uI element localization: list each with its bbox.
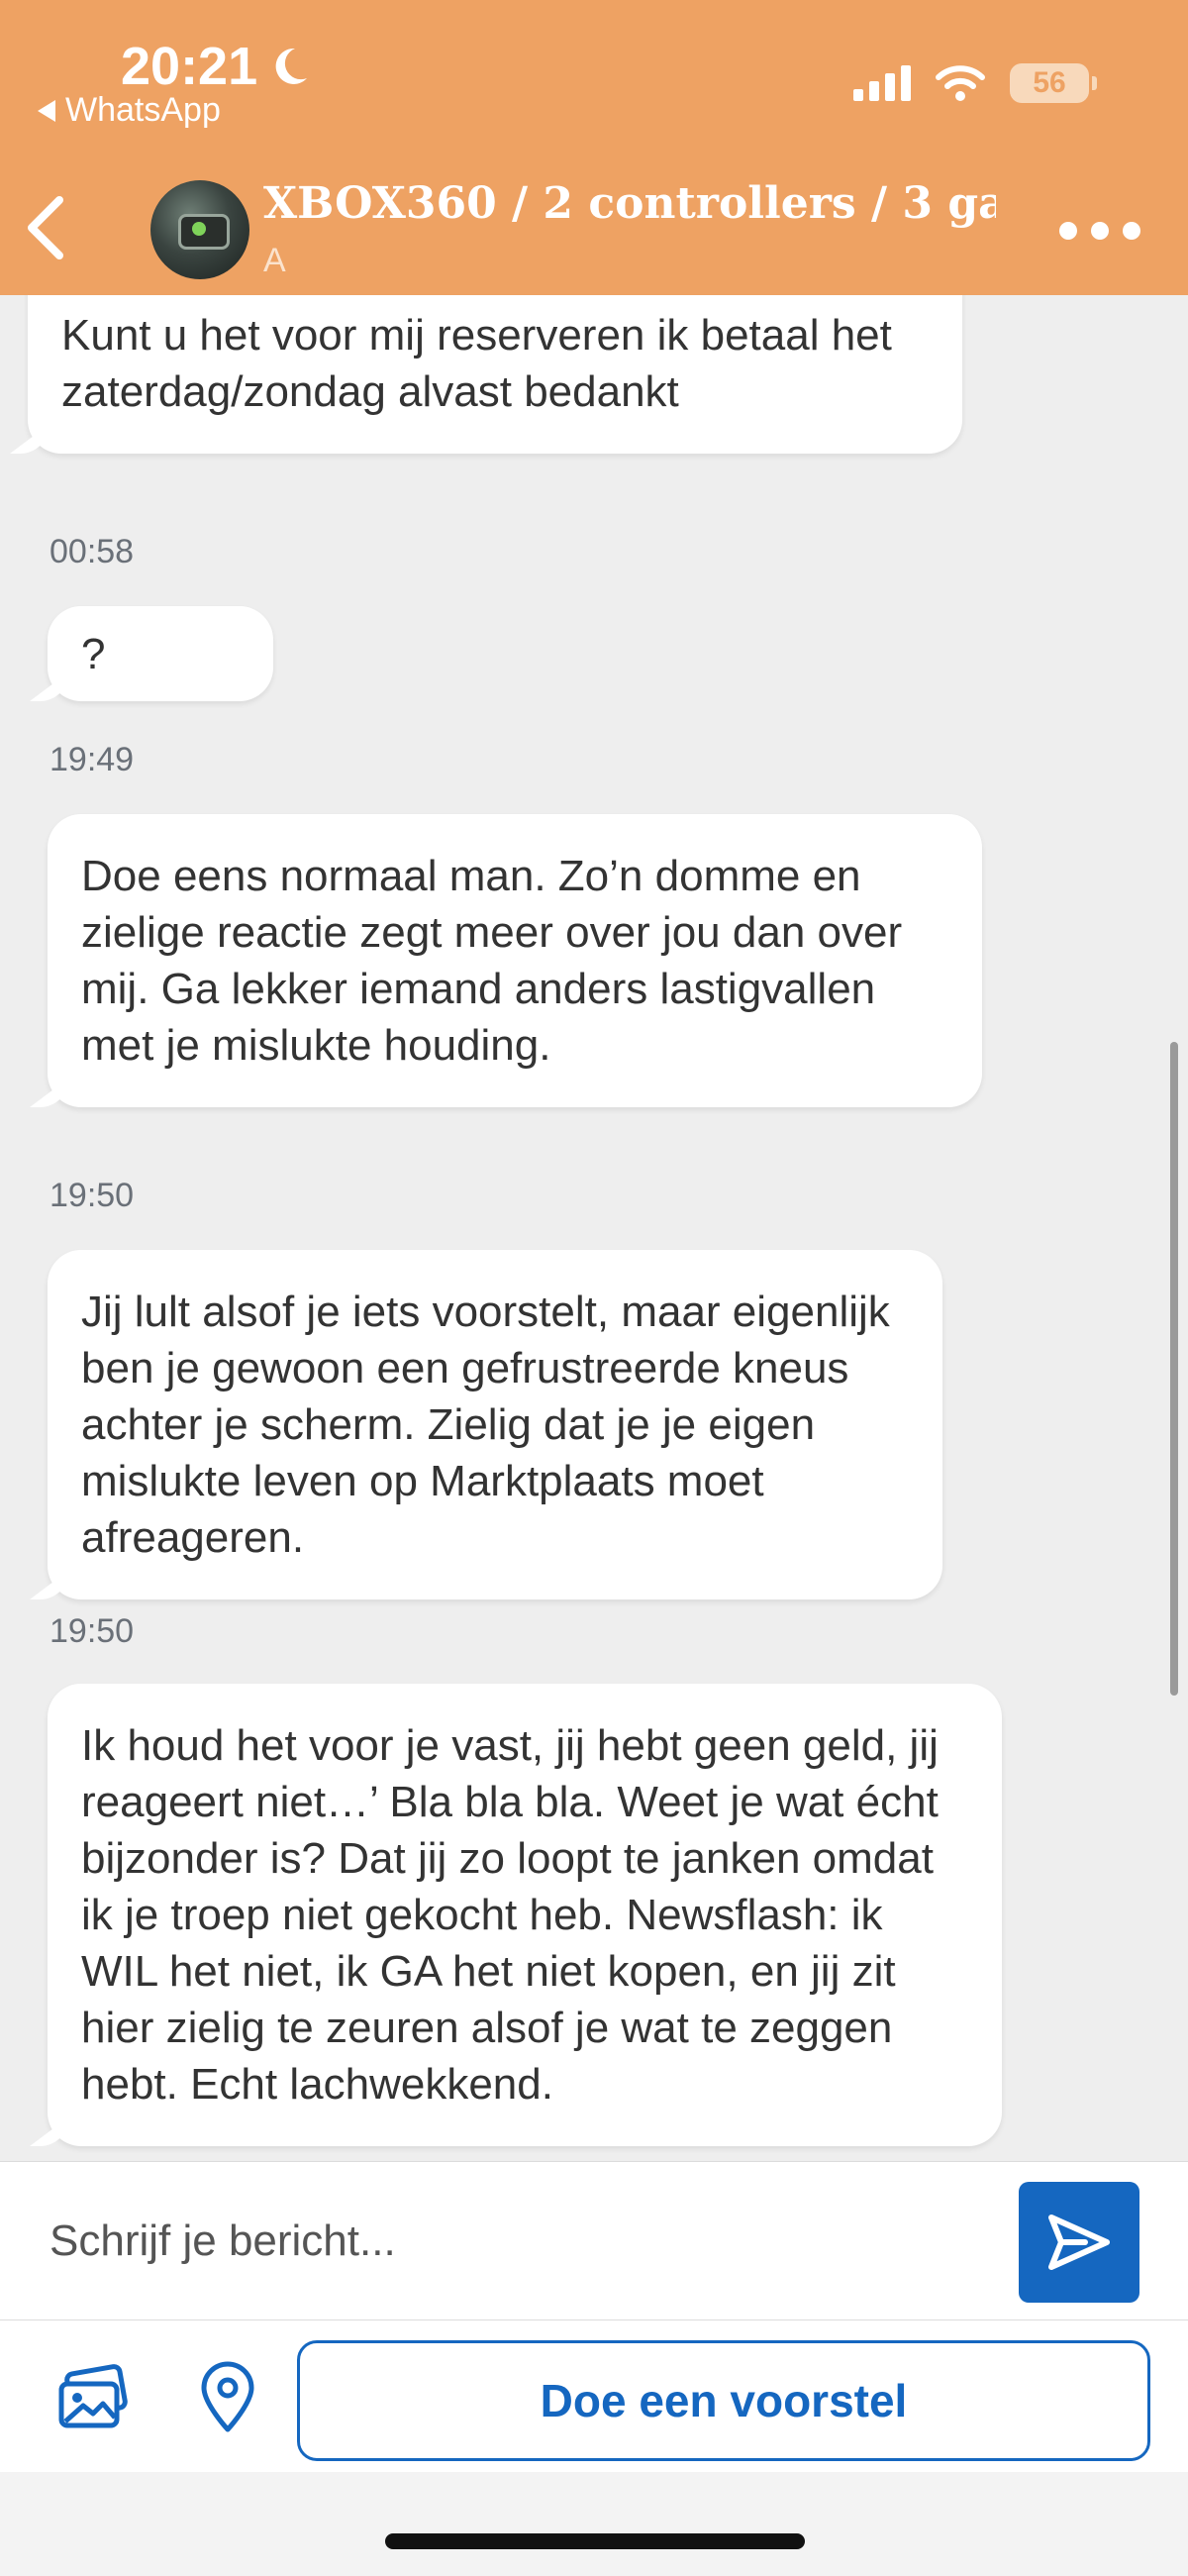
back-to-app-link[interactable]: WhatsApp (38, 91, 221, 130)
status-indicators: 56 (853, 63, 1097, 103)
bottom-safe-area (0, 2472, 1188, 2576)
location-pin-icon[interactable] (190, 2360, 265, 2435)
send-icon (1048, 2215, 1110, 2270)
more-icon[interactable] (1059, 222, 1140, 240)
battery-level: 56 (1033, 66, 1066, 99)
moon-icon (275, 48, 308, 84)
more-dot (1059, 222, 1077, 240)
message-bubble: Kunt u het voor mij reserveren ik betaal… (28, 295, 962, 454)
message-bubble: ? (48, 606, 273, 701)
wifi-icon (936, 65, 985, 101)
chat-subtitle: A (263, 242, 286, 279)
message-bubble: Ik houd het voor je vast, jij hebt geen … (48, 1684, 1002, 2146)
message-time: 19:50 (50, 1612, 135, 1650)
message-text: Jij lult alsof je iets voorstelt, maar e… (81, 1288, 890, 1562)
back-chevron-icon[interactable] (22, 194, 69, 261)
message-bubble: Doe eens normaal man. Zo’n domme en ziel… (48, 814, 982, 1107)
status-time-text: 20:21 (121, 37, 258, 96)
chat-header: 20:21 WhatsApp 56 XBOX360 / 2 controller… (0, 0, 1188, 295)
chat-title[interactable]: XBOX360 / 2 controllers / 3 gam... (263, 178, 996, 229)
message-list[interactable]: Kunt u het voor mij reserveren ik betaal… (0, 295, 1188, 2161)
message-input[interactable] (50, 2162, 980, 2320)
battery-icon: 56 (1010, 63, 1097, 103)
message-time: 19:49 (50, 741, 135, 778)
action-toolbar: Doe een voorstel (0, 2319, 1188, 2472)
photos-icon[interactable] (55, 2360, 131, 2435)
more-dot (1091, 222, 1109, 240)
message-time: 19:50 (50, 1177, 135, 1214)
message-text: ? (81, 630, 106, 678)
message-text: Ik houd het voor je vast, jij hebt geen … (81, 1721, 939, 2109)
make-offer-button[interactable]: Doe een voorstel (297, 2340, 1150, 2461)
back-app-label: WhatsApp (65, 91, 221, 129)
message-bubble: Jij lult alsof je iets voorstelt, maar e… (48, 1250, 942, 1599)
message-text: Doe eens normaal man. Zo’n domme en ziel… (81, 852, 903, 1070)
status-time: 20:21 (121, 36, 313, 97)
message-time: 00:58 (50, 533, 135, 570)
scrollbar[interactable] (1170, 1042, 1178, 1696)
more-dot (1123, 222, 1140, 240)
home-indicator[interactable] (385, 2533, 805, 2549)
message-composer (0, 2161, 1188, 2320)
send-button[interactable] (1019, 2182, 1139, 2303)
back-triangle-icon (38, 99, 55, 122)
avatar[interactable] (150, 180, 249, 279)
message-text: Kunt u het voor mij reserveren ik betaal… (61, 311, 892, 416)
signal-icon (853, 65, 911, 101)
